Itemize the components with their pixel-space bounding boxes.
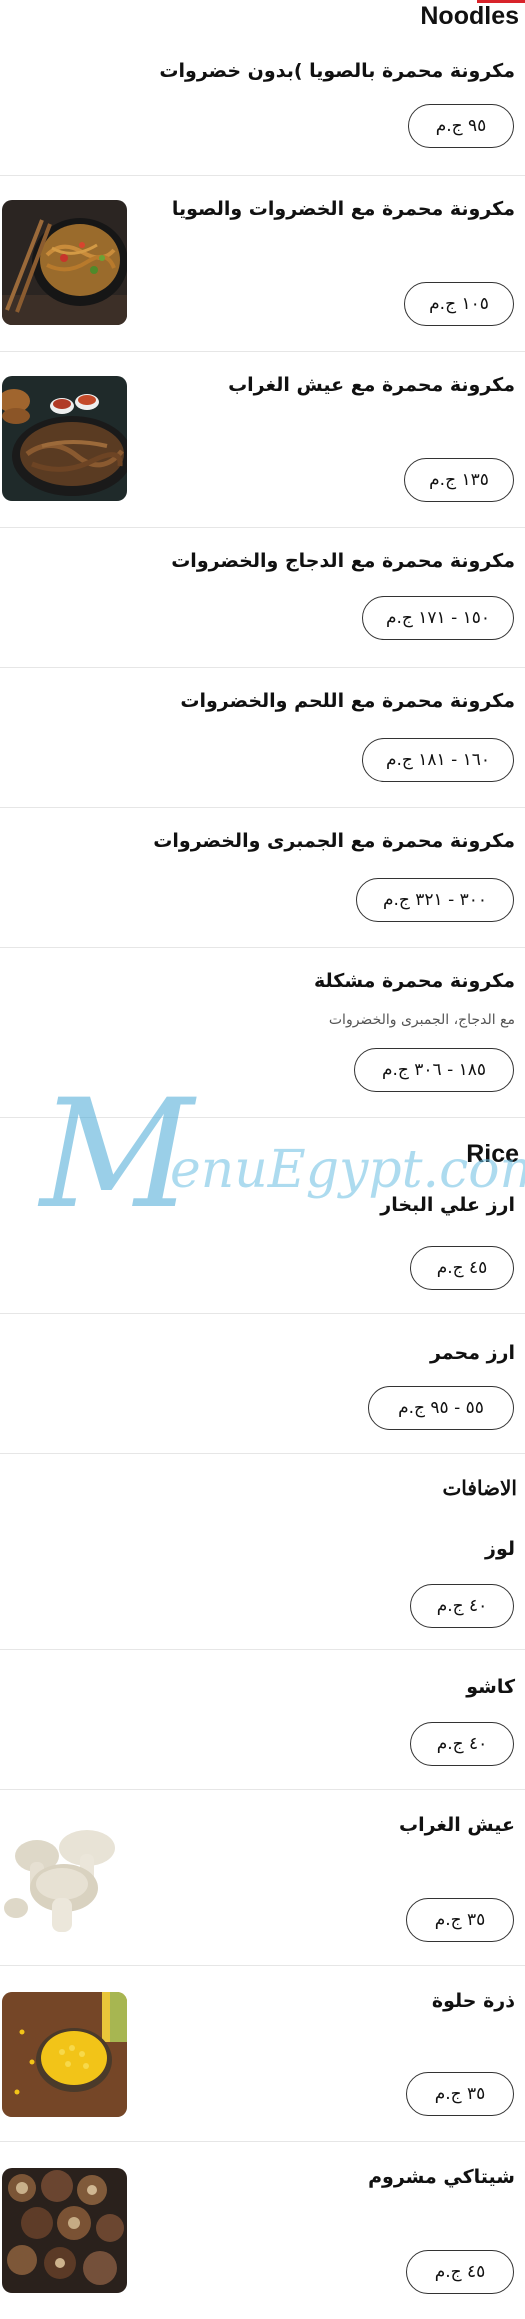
noodles-veg-photo xyxy=(2,200,127,325)
item-price[interactable]: ١٨٥ - ٣٠٦ ج.م xyxy=(354,1048,514,1092)
item-name: ذرة حلوة xyxy=(431,1990,515,2012)
noodles-mushroom-photo xyxy=(2,376,127,501)
sweet-corn-photo xyxy=(2,1992,127,2117)
menu-item[interactable]: مكرونة محمرة بالصويا )بدون خضروات ٩٥ ج.م xyxy=(0,40,525,176)
item-name: مكرونة محمرة مع عيش الغراب xyxy=(228,374,515,396)
item-price[interactable]: ١٣٥ ج.م xyxy=(404,458,514,502)
item-price[interactable]: ٤٠ ج.م xyxy=(410,1584,514,1628)
item-price[interactable]: ١٦٠ - ١٨١ ج.م xyxy=(362,738,514,782)
item-name: شيتاكي مشروم xyxy=(368,2166,515,2188)
item-name: مكرونة محمرة مشكلة xyxy=(314,970,515,992)
item-price[interactable]: ٣٥ ج.م xyxy=(406,2072,514,2116)
item-price[interactable]: ١٠٥ ج.م xyxy=(404,282,514,326)
item-description: مع الدجاج، الجمبرى والخضروات xyxy=(328,1012,515,1028)
item-name: ارز علي البخار xyxy=(380,1194,515,1216)
menu-item[interactable]: ارز محمر ٥٥ - ٩٥ ج.م xyxy=(0,1314,525,1454)
menu-item[interactable]: لوز ٤٠ ج.م xyxy=(0,1510,525,1650)
menu-item[interactable]: مكرونة محمرة مع عيش الغراب ١٣٥ ج.م xyxy=(0,352,525,528)
item-name: عيش الغراب xyxy=(398,1814,515,1836)
item-name: مكرونة محمرة مع اللحم والخضروات xyxy=(180,690,515,712)
shiitake-photo xyxy=(2,2168,127,2293)
item-name: مكرونة محمرة مع الخضروات والصويا xyxy=(171,198,515,220)
item-price[interactable]: ٣٥ ج.م xyxy=(406,1898,514,1942)
menu-item[interactable]: مكرونة محمرة مع الدجاج والخضروات ١٥٠ - ١… xyxy=(0,528,525,668)
menu-item[interactable]: مكرونة محمرة مع الخضروات والصويا ١٠٥ ج.م xyxy=(0,176,525,352)
menu-item[interactable]: ذرة حلوة ٣٥ ج.م xyxy=(0,1966,525,2142)
item-price[interactable]: ٤٥ ج.م xyxy=(410,1246,514,1290)
item-name: مكرونة محمرة مع الجمبرى والخضروات xyxy=(153,830,515,852)
item-name: لوز xyxy=(485,1538,515,1560)
menu-page: Noodles مكرونة محمرة بالصويا )بدون خضروا… xyxy=(0,0,525,2319)
item-name: مكرونة محمرة مع الدجاج والخضروات xyxy=(171,550,515,572)
item-price[interactable]: ٥٥ - ٩٥ ج.م xyxy=(368,1386,514,1430)
item-price[interactable]: ٤٥ ج.م xyxy=(406,2250,514,2294)
item-name: كاشو xyxy=(466,1676,515,1698)
section-title-rice: Rice xyxy=(466,1140,519,1168)
item-price[interactable]: ٩٥ ج.م xyxy=(408,104,514,148)
item-price[interactable]: ٣٠٠ - ٣٢١ ج.م xyxy=(356,878,514,922)
menu-item[interactable]: مكرونة محمرة مشكلة مع الدجاج، الجمبرى وا… xyxy=(0,948,525,1118)
menu-item[interactable]: شيتاكي مشروم ٤٥ ج.م xyxy=(0,2142,525,2319)
mushroom-photo xyxy=(2,1816,127,1941)
menu-item[interactable]: ارز علي البخار ٤٥ ج.م xyxy=(0,1180,525,1314)
menu-item[interactable]: كاشو ٤٠ ج.م xyxy=(0,1650,525,1790)
item-price[interactable]: ٤٠ ج.م xyxy=(410,1722,514,1766)
menu-item[interactable]: عيش الغراب ٣٥ ج.م xyxy=(0,1790,525,1966)
section-title-noodles: Noodles xyxy=(420,2,519,30)
menu-item[interactable]: مكرونة محمرة مع الجمبرى والخضروات ٣٠٠ - … xyxy=(0,808,525,948)
item-name: ارز محمر xyxy=(429,1342,515,1364)
item-price[interactable]: ١٥٠ - ١٧١ ج.م xyxy=(362,596,514,640)
section-title-extras: الاضافات xyxy=(442,1478,517,1500)
item-name: مكرونة محمرة بالصويا )بدون خضروات xyxy=(159,60,515,82)
menu-item[interactable]: مكرونة محمرة مع اللحم والخضروات ١٦٠ - ١٨… xyxy=(0,668,525,808)
